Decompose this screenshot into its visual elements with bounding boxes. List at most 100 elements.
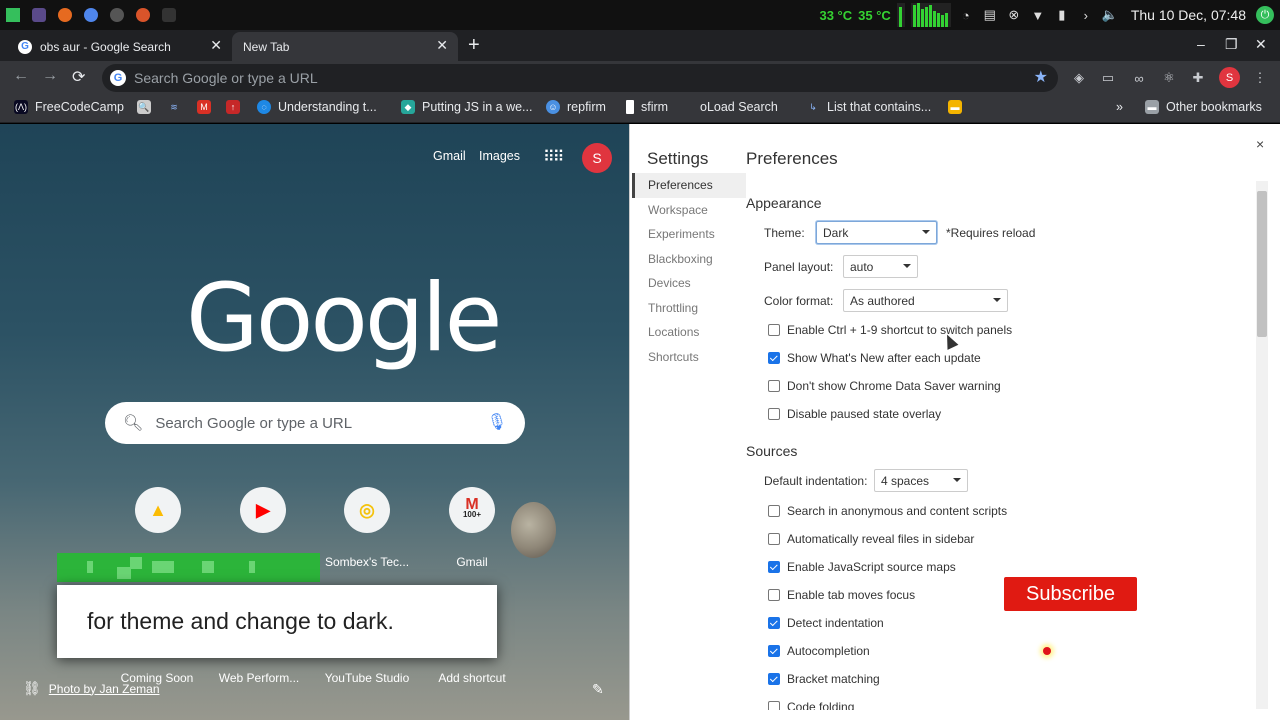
gmail-link[interactable]: Gmail: [433, 149, 466, 163]
ntp-profile-avatar[interactable]: S: [582, 143, 612, 173]
obs-app-icon[interactable]: [26, 0, 52, 30]
checkbox-row[interactable]: Detect indentation: [768, 616, 884, 630]
shortcut-label-youtube-studio[interactable]: YouTube Studio: [312, 671, 422, 685]
shortcut-tile-sombex[interactable]: ◎ Sombex's Tec...: [312, 487, 422, 569]
shortcut-tile-coming-soon[interactable]: ▲: [103, 487, 213, 533]
nav-throttling[interactable]: Throttling: [632, 296, 746, 321]
glasses-extension-icon[interactable]: ∞: [1130, 69, 1148, 87]
back-button[interactable]: ←: [13, 67, 29, 85]
tab-google-search[interactable]: G obs aur - Google Search ✕: [0, 32, 232, 61]
indentation-select[interactable]: 4 spaces: [874, 469, 968, 492]
bookmark-sfirm[interactable]: sfirm: [626, 100, 668, 114]
bookmark-understanding[interactable]: ◌ Understanding t...: [257, 100, 377, 114]
bookmark-list-contains[interactable]: ↳ List that contains...: [806, 100, 931, 114]
color-format-select[interactable]: As authored: [843, 289, 1008, 312]
toolbar-extension-icon[interactable]: ▭: [1099, 69, 1117, 87]
volume-icon[interactable]: 🔈: [1101, 6, 1119, 24]
wifi-icon[interactable]: ▼: [1029, 6, 1047, 24]
checkbox[interactable]: [768, 645, 780, 657]
checkbox[interactable]: [768, 589, 780, 601]
nav-blackboxing[interactable]: Blackboxing: [632, 247, 746, 272]
printer-icon[interactable]: ▤: [981, 6, 999, 24]
bookmark-upvote-icon-only[interactable]: ↑: [226, 100, 247, 114]
checkbox-row[interactable]: Disable paused state overlay: [768, 407, 941, 421]
add-shortcut-button[interactable]: Add shortcut: [417, 671, 527, 685]
bookmark-star-icon[interactable]: ★: [1034, 67, 1048, 87]
bookmark-wifi-icon-only[interactable]: ≋: [167, 100, 188, 114]
extensions-puzzle-icon[interactable]: ✚: [1189, 69, 1207, 87]
reload-button[interactable]: ⟳: [72, 67, 85, 87]
shortcut-tile-youtube-studio[interactable]: ▶: [208, 487, 318, 533]
checkbox[interactable]: [768, 380, 780, 392]
bookmark-mail-icon-only[interactable]: M: [197, 100, 218, 114]
checkbox[interactable]: [768, 673, 780, 685]
restore-icon[interactable]: ❐: [1225, 36, 1238, 53]
scrollbar-thumb[interactable]: [1257, 191, 1267, 337]
checkbox-row[interactable]: Enable tab moves focus: [768, 588, 915, 602]
chevron-right-icon[interactable]: ›: [1077, 6, 1095, 24]
panel-layout-select[interactable]: auto: [843, 255, 918, 278]
checkbox-row[interactable]: Code folding: [768, 700, 854, 710]
aperture-app-icon[interactable]: [104, 0, 130, 30]
checkbox-row[interactable]: Enable JavaScript source maps: [768, 560, 956, 574]
checkbox-row[interactable]: Autocompletion: [768, 644, 870, 658]
nav-devices[interactable]: Devices: [632, 271, 746, 296]
close-settings-icon[interactable]: ×: [1256, 136, 1264, 152]
firefox-app-icon[interactable]: [52, 0, 78, 30]
checkbox[interactable]: [768, 352, 780, 364]
checkbox-row[interactable]: Enable Ctrl + 1-9 shortcut to switch pan…: [768, 323, 1012, 337]
bookmarks-overflow-button[interactable]: »: [1116, 100, 1123, 114]
chrome-app-icon[interactable]: [78, 0, 104, 30]
ntp-search-box[interactable]: 🔍︎ Search Google or type a URL 🎙︎: [105, 402, 525, 444]
nav-experiments[interactable]: Experiments: [632, 222, 746, 247]
microphone-icon[interactable]: 🎙︎: [487, 412, 507, 432]
checkbox[interactable]: [768, 505, 780, 517]
customize-pencil-icon[interactable]: ✎: [592, 681, 604, 698]
other-bookmarks-folder[interactable]: ▬ Other bookmarks: [1145, 100, 1262, 114]
nav-workspace[interactable]: Workspace: [632, 198, 746, 223]
bookmark-freecodecamp[interactable]: (Λ) FreeCodeCamp: [14, 100, 124, 114]
power-icon[interactable]: ⏻: [1256, 6, 1274, 24]
checkbox-row[interactable]: Automatically reveal files in sidebar: [768, 532, 974, 546]
tab-new-tab[interactable]: New Tab ✕: [232, 32, 458, 61]
battery-icon[interactable]: ▮: [1053, 6, 1071, 24]
checkbox[interactable]: [768, 617, 780, 629]
compass-app-icon[interactable]: [130, 0, 156, 30]
close-tab-icon[interactable]: ✕: [210, 37, 222, 54]
bookmark-folder-icon-only[interactable]: ▬: [948, 100, 969, 114]
minimize-icon[interactable]: –: [1197, 36, 1205, 52]
checkbox[interactable]: [768, 533, 780, 545]
checkbox-row[interactable]: Don't show Chrome Data Saver warning: [768, 379, 1001, 393]
nav-shortcuts[interactable]: Shortcuts: [632, 345, 746, 370]
omnibox[interactable]: G Search Google or type a URL ★: [102, 64, 1058, 92]
bookmark-repfirm[interactable]: ☺ repfirm: [546, 100, 606, 114]
checkbox-row[interactable]: Show What's New after each update: [768, 351, 981, 365]
forward-button[interactable]: →: [42, 67, 58, 85]
settings-scrollbar[interactable]: [1256, 181, 1268, 709]
checkbox-row[interactable]: Bracket matching: [768, 672, 880, 686]
bookmark-oload-search[interactable]: oLoad Search: [700, 100, 778, 114]
theme-select[interactable]: Dark: [816, 221, 937, 244]
photo-credit-link[interactable]: ⛓ Photo by Jan Zeman: [23, 680, 160, 697]
images-link[interactable]: Images: [479, 149, 520, 163]
profile-avatar[interactable]: S: [1219, 67, 1240, 88]
google-apps-icon[interactable]: ⠿⠿: [543, 147, 564, 167]
react-devtools-icon[interactable]: ⚛: [1160, 69, 1178, 87]
close-tab-icon[interactable]: ✕: [436, 37, 448, 54]
clock[interactable]: Thu 10 Dec, 07:48: [1131, 7, 1246, 23]
speedometer-icon[interactable]: ◔: [957, 6, 975, 24]
manjaro-menu-icon[interactable]: [0, 0, 26, 30]
close-window-icon[interactable]: ✕: [1255, 36, 1267, 53]
checkbox[interactable]: [768, 408, 780, 420]
terminal-app-icon[interactable]: [156, 0, 182, 30]
checkbox[interactable]: [768, 701, 780, 710]
network-off-icon[interactable]: ⊗: [1005, 6, 1023, 24]
checkbox[interactable]: [768, 561, 780, 573]
bookmark-putting-js[interactable]: ◆ Putting JS in a we...: [401, 100, 532, 114]
shortcut-label-web-perform[interactable]: Web Perform...: [204, 671, 314, 685]
menu-kebab-icon[interactable]: ⋮: [1251, 69, 1269, 87]
bookmark-search-icon-only[interactable]: 🔍: [137, 100, 158, 114]
nav-preferences[interactable]: Preferences: [632, 173, 746, 198]
new-tab-button[interactable]: +: [468, 34, 480, 57]
shield-extension-icon[interactable]: ◈: [1070, 69, 1088, 87]
